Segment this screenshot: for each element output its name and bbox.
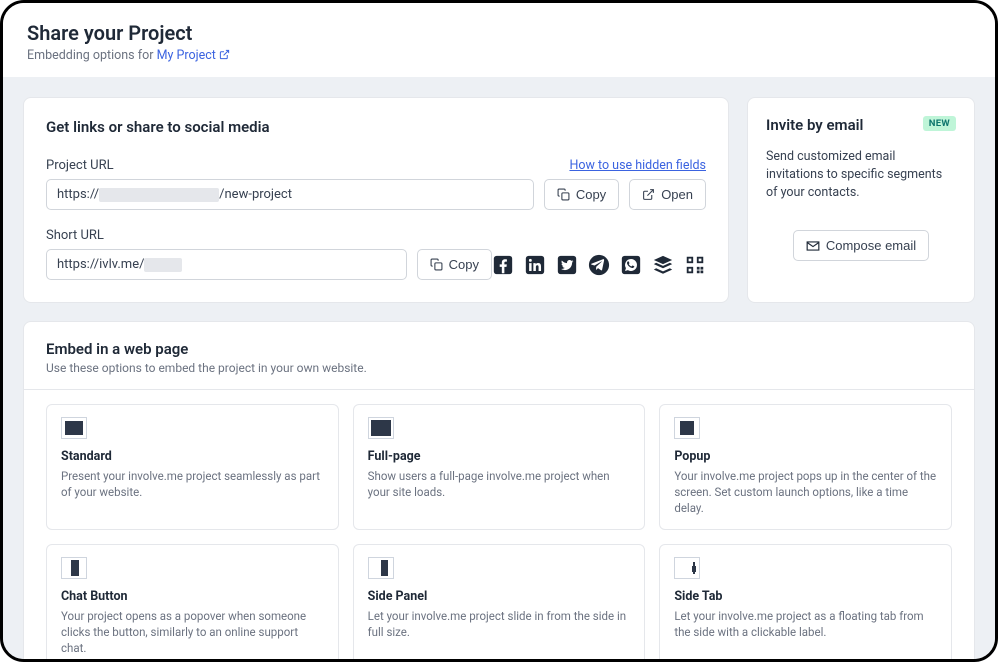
copy-project-url-button[interactable]: Copy — [544, 179, 619, 210]
hidden-fields-link[interactable]: How to use hidden fields — [569, 158, 706, 173]
short-url-input[interactable]: https://ivlv.me/ — [46, 249, 407, 280]
side-panel-embed-icon — [368, 557, 394, 579]
share-links-card: Get links or share to social media Proje… — [23, 97, 729, 303]
embed-option-chat-button[interactable]: Chat Button Your project opens as a popo… — [46, 544, 339, 659]
external-link-icon — [219, 49, 230, 60]
fullpage-embed-icon — [368, 417, 394, 439]
invite-description: Send customized email invitations to spe… — [766, 148, 956, 202]
open-project-url-button[interactable]: Open — [629, 179, 706, 210]
short-url-label: Short URL — [46, 228, 104, 243]
embed-option-standard[interactable]: Standard Present your involve.me project… — [46, 404, 339, 530]
page-header: Share your Project Embedding options for… — [3, 3, 995, 77]
side-tab-embed-icon — [674, 557, 700, 579]
invite-email-card: Invite by email NEW Send customized emai… — [747, 97, 975, 303]
project-url-label: Project URL — [46, 158, 114, 173]
embed-option-side-tab[interactable]: Side Tab Let your involve.me project as … — [659, 544, 952, 659]
embed-card: Embed in a web page Use these options to… — [23, 321, 975, 659]
facebook-icon[interactable] — [492, 254, 514, 276]
embed-option-side-panel[interactable]: Side Panel Let your involve.me project s… — [353, 544, 646, 659]
embed-heading: Embed in a web page — [46, 340, 952, 358]
external-link-icon — [642, 188, 655, 201]
page-title: Share your Project — [27, 21, 971, 45]
standard-embed-icon — [61, 417, 87, 439]
whatsapp-icon[interactable] — [620, 254, 642, 276]
buffer-icon[interactable] — [652, 254, 674, 276]
embed-subtitle: Use these options to embed the project i… — [46, 361, 952, 375]
redacted-text — [144, 258, 182, 272]
project-url-input[interactable]: https:///new-project — [46, 179, 534, 210]
copy-icon — [430, 258, 443, 271]
copy-short-url-button[interactable]: Copy — [417, 249, 492, 280]
page-subtitle: Embedding options for My Project — [27, 48, 971, 63]
popup-embed-icon — [674, 417, 700, 439]
telegram-icon[interactable] — [588, 254, 610, 276]
linkedin-icon[interactable] — [524, 254, 546, 276]
share-heading: Get links or share to social media — [46, 118, 706, 136]
project-link[interactable]: My Project — [157, 48, 230, 63]
copy-icon — [557, 188, 570, 201]
chat-button-embed-icon — [61, 557, 87, 579]
qr-code-icon[interactable] — [684, 254, 706, 276]
embed-option-popup[interactable]: Popup Your involve.me project pops up in… — [659, 404, 952, 530]
compose-email-button[interactable]: Compose email — [793, 230, 929, 261]
social-share-row — [492, 254, 706, 276]
new-badge: NEW — [923, 116, 956, 131]
twitter-icon[interactable] — [556, 254, 578, 276]
envelope-icon — [806, 239, 820, 253]
embed-option-fullpage[interactable]: Full-page Show users a full-page involve… — [353, 404, 646, 530]
redacted-text — [99, 188, 219, 202]
